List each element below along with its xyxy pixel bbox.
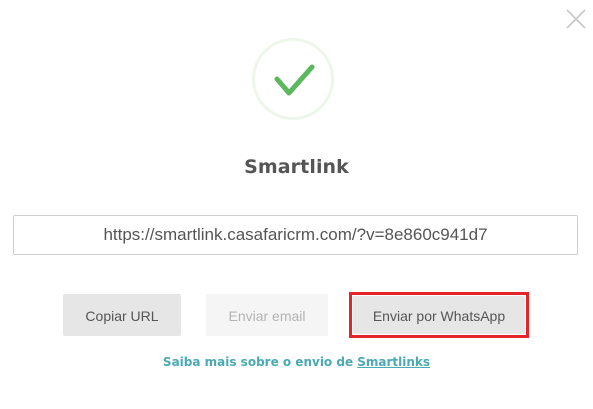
copy-url-button[interactable]: Copiar URL bbox=[63, 294, 181, 336]
learn-more-prefix: Saiba mais sobre o envio de bbox=[162, 355, 358, 369]
learn-more-text: Saiba mais sobre o envio de Smartlinks bbox=[0, 355, 593, 369]
smartlink-modal: Smartlink Copiar URL Enviar email Enviar… bbox=[0, 0, 593, 409]
checkmark-icon bbox=[274, 64, 315, 96]
smartlink-url-field[interactable] bbox=[13, 215, 578, 255]
send-email-button[interactable]: Enviar email bbox=[206, 294, 328, 336]
success-badge bbox=[252, 38, 334, 120]
smartlinks-link[interactable]: Smartlinks bbox=[357, 355, 430, 369]
send-whatsapp-button[interactable]: Enviar por WhatsApp bbox=[353, 296, 525, 334]
close-icon[interactable] bbox=[562, 5, 590, 33]
modal-title: Smartlink bbox=[244, 156, 349, 178]
